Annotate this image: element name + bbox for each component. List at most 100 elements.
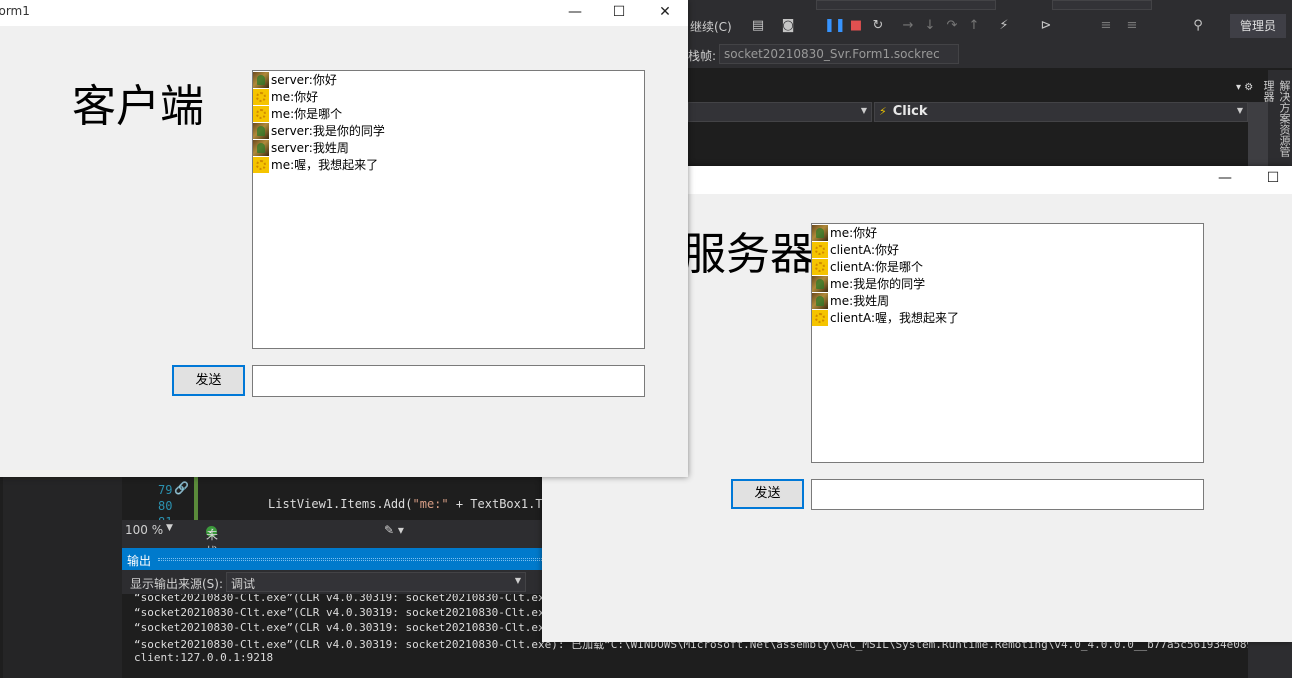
cleanup-icon[interactable]: ✎ ▾ <box>384 523 404 537</box>
line-number: 79 <box>158 483 173 497</box>
avatar-b-icon <box>253 88 269 105</box>
avatar-a-icon <box>812 292 828 309</box>
breakpoint-icon[interactable]: ⊳ <box>1038 18 1054 34</box>
stop-icon[interactable]: ■ <box>848 18 864 34</box>
open-folder-icon[interactable]: ▤ <box>750 18 766 34</box>
list-item[interactable]: server:你好 <box>253 71 644 88</box>
stack-frame-combo[interactable]: socket20210830_Svr.Form1.sockrec <box>719 44 959 64</box>
editor-status-bar: 100 % ▼ ✓未找到相关问题 ✎ ▾ <box>122 520 542 644</box>
stack-frame-label: 栈帧: <box>688 49 717 63</box>
zoom-level[interactable]: 100 % <box>125 523 163 537</box>
message-text: server:你好 <box>271 73 337 87</box>
close-icon[interactable]: ✕ <box>642 4 688 20</box>
code-line-80: ListView1.Items.Add("me:" + TextBox1.Te <box>268 497 550 511</box>
message-text: clientA:你好 <box>830 243 900 257</box>
minimize-icon[interactable]: — <box>552 4 598 20</box>
list-item[interactable]: me:我姓周 <box>812 292 1203 309</box>
output-toolbar: 显示输出来源(S): 调试 ▼ <box>122 570 542 594</box>
editor-scrollbar[interactable] <box>1248 102 1268 166</box>
show-next-statement-icon[interactable]: → <box>900 18 916 34</box>
list-item[interactable]: server:我姓周 <box>253 139 644 156</box>
stack-frame-bar: 栈帧: socket20210830_Svr.Form1.sockrec <box>688 44 1292 68</box>
client-heading: 客户端 <box>72 81 204 132</box>
message-text: server:我姓周 <box>271 141 349 155</box>
client-title-bar[interactable]: Form1 — ☐ ✕ <box>0 0 688 26</box>
avatar-b-icon <box>253 156 269 173</box>
avatar-b-icon <box>253 105 269 122</box>
restart-icon[interactable]: ↻ <box>870 18 886 34</box>
event-combo[interactable]: ⚡ Click ▼ <box>874 102 1248 122</box>
navigation-bar: ▼ ⚡ Click ▼ <box>688 102 1248 122</box>
message-text: clientA:你是哪个 <box>830 260 924 274</box>
list-item[interactable]: me:你是哪个 <box>253 105 644 122</box>
list-item[interactable]: me:你好 <box>812 224 1203 241</box>
step-out-icon[interactable]: ↑ <box>966 18 982 34</box>
list-item[interactable]: server:我是你的同学 <box>253 122 644 139</box>
list-item[interactable]: me:喔，我想起来了 <box>253 156 644 173</box>
avatar-a-icon <box>253 122 269 139</box>
output-panel-title[interactable]: 输出 <box>122 548 542 570</box>
client-send-button[interactable]: 发送 <box>172 365 245 396</box>
server-message-list[interactable]: me:你好 clientA:你好 clientA:你是哪个 me:我是你的同学 me:我… <box>811 223 1204 463</box>
client-window: Form1 — ☐ ✕ 客户端 server:你好me:你好me:你是哪个ser… <box>0 0 688 477</box>
message-text: me:喔，我想起来了 <box>271 158 379 172</box>
ide-left-panel <box>0 477 122 678</box>
message-text: server:我是你的同学 <box>271 124 385 138</box>
editor-tab-well <box>688 68 1292 102</box>
window-title: Form1 <box>0 4 30 18</box>
code-editor-bottom[interactable]: 79 🔗 80 81 ListView1.Items.Add("me:" + T… <box>122 477 550 520</box>
link-icon: 🔗 <box>174 481 189 495</box>
code-editor-top[interactable] <box>688 122 1252 166</box>
list-item[interactable]: me:你好 <box>253 88 644 105</box>
output-line: client:127.0.0.1:9218 <box>134 651 274 664</box>
client-message-input[interactable] <box>252 365 645 397</box>
avatar-a-icon <box>812 275 828 292</box>
chevron-down-icon: ▼ <box>514 576 521 585</box>
panel-options-icon[interactable]: ▾ ⚙ <box>1236 82 1253 93</box>
camera-icon[interactable]: ◙ <box>780 18 796 34</box>
message-text: me:你好 <box>830 226 878 240</box>
output-source-combo[interactable]: 调试 ▼ <box>226 572 526 592</box>
ide-toolbar: 继续(C) ▤ ◙ ❚❚ ■ ↻ → ↓ ↷ ↑ ⚡ ⊳ ≡ ≡ ⚲ <box>688 0 1292 44</box>
object-combo[interactable]: ▼ <box>688 102 872 122</box>
message-text: me:你是哪个 <box>271 107 343 121</box>
message-text: me:我姓周 <box>830 294 890 308</box>
list-item[interactable]: clientA:你好 <box>812 241 1203 258</box>
outdent-icon[interactable]: ≡ <box>1124 18 1140 34</box>
message-text: me:我是你的同学 <box>830 277 926 291</box>
avatar-b-icon <box>812 309 828 326</box>
minimize-icon[interactable]: — <box>1202 170 1248 186</box>
avatar-a-icon <box>812 224 828 241</box>
pause-icon[interactable]: ❚❚ <box>824 18 846 34</box>
process-combo[interactable] <box>816 0 996 10</box>
server-send-button[interactable]: 发送 <box>731 479 804 509</box>
output-line: “socket20210830-Clt.exe”(CLR v4.0.30319:… <box>134 621 565 634</box>
client-message-list[interactable]: server:你好 me:你好 me:你是哪个 server:我是你的同学 server… <box>252 70 645 349</box>
step-into-icon[interactable]: ↓ <box>922 18 938 34</box>
continue-button[interactable]: 继续(C) <box>690 18 732 35</box>
list-item[interactable]: clientA:喔，我想起来了 <box>812 309 1203 326</box>
server-message-input[interactable] <box>811 479 1204 510</box>
maximize-icon[interactable]: ☐ <box>596 4 642 20</box>
list-item[interactable]: clientA:你是哪个 <box>812 258 1203 275</box>
avatar-a-icon <box>253 139 269 156</box>
hot-reload-icon[interactable]: ⚡ <box>996 18 1012 34</box>
line-number: 80 <box>158 499 173 513</box>
maximize-icon[interactable]: ☐ <box>1250 170 1292 186</box>
indent-icon[interactable]: ≡ <box>1098 18 1114 34</box>
message-text: me:你好 <box>271 90 319 104</box>
solution-explorer-tab[interactable]: 解决方案资源管理器 <box>1262 70 1292 166</box>
zoom-dropdown-icon[interactable]: ▼ <box>166 523 173 533</box>
list-item[interactable]: me:我是你的同学 <box>812 275 1203 292</box>
server-heading: 服务器 <box>682 229 814 280</box>
message-text: clientA:喔，我想起来了 <box>830 311 960 325</box>
step-over-icon[interactable]: ↷ <box>944 18 960 34</box>
feedback-icon[interactable]: ⚲ <box>1190 18 1206 34</box>
admin-badge: 管理员 <box>1230 14 1286 38</box>
output-line: “socket20210830-Clt.exe”(CLR v4.0.30319:… <box>134 606 565 619</box>
avatar-b-icon <box>812 258 828 275</box>
output-line: “socket20210830-Clt.exe”(CLR v4.0.30319:… <box>134 594 565 604</box>
event-lightning-icon: ⚡ <box>879 105 887 118</box>
avatar-a-icon <box>253 71 269 88</box>
solution-combo[interactable] <box>1052 0 1152 10</box>
